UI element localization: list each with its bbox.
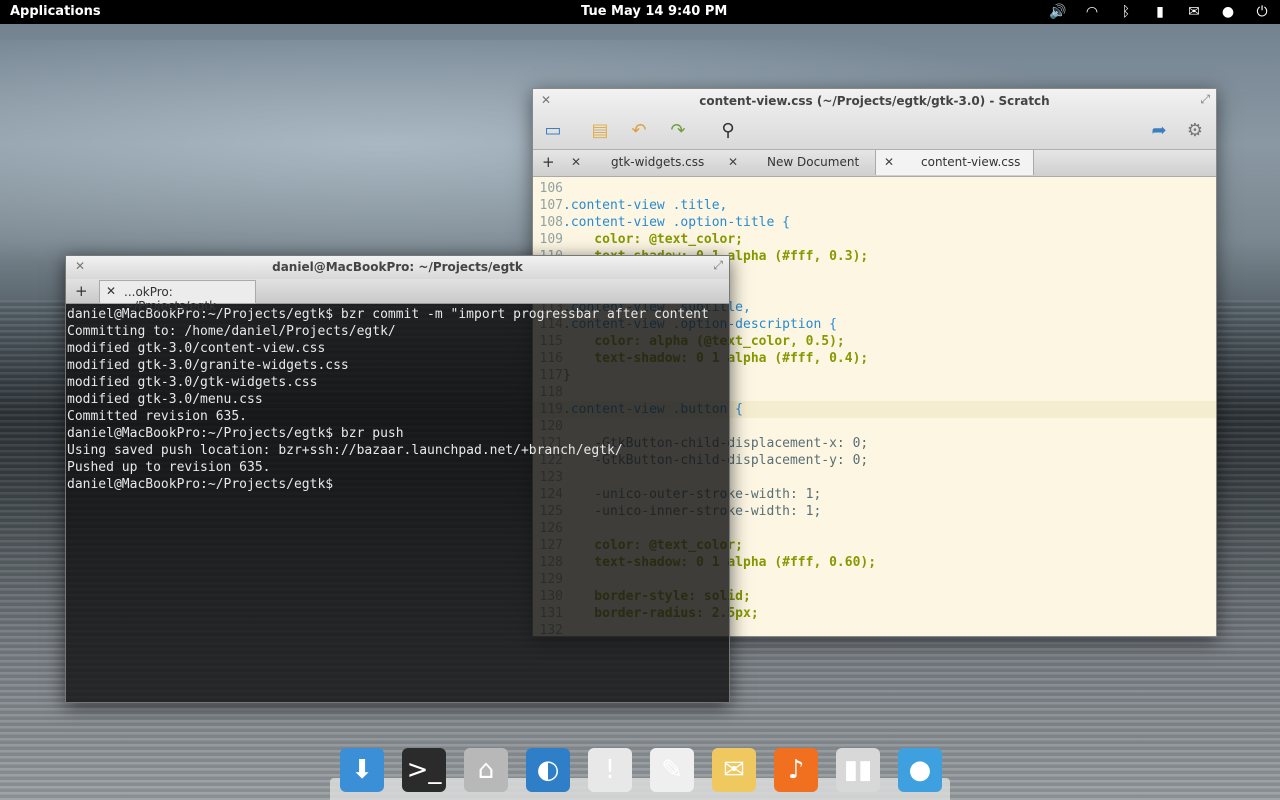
terminal-line: daniel@MacBookPro:~/Projects/egtk$ [67, 477, 334, 492]
search-icon[interactable]: ⚲ [716, 119, 740, 141]
code-line: 106 [533, 180, 1216, 197]
music-icon[interactable]: ♪ [774, 748, 818, 792]
redo-icon[interactable]: ↷ [666, 119, 690, 141]
settings-icon[interactable]: ▮▮ [836, 748, 880, 792]
editor-tabbar: + ✕ gtk-widgets.css ✕ New Document ✕ con… [533, 150, 1216, 177]
system-tray: 🔊 ◠ ᛒ ▮ ✉ ● ⏻ [1048, 3, 1272, 21]
downloads-icon[interactable]: ⬇ [340, 748, 384, 792]
tab-new-document[interactable]: ✕ New Document [720, 150, 870, 175]
terminal-tabbar: + ✕ ...okPro: ~/Projects/egtk [66, 279, 729, 313]
line-number: 109 [539, 232, 563, 247]
terminal-line: modified gtk-3.0/granite-widgets.css [67, 358, 349, 373]
line-number: 106 [539, 181, 563, 196]
share-icon[interactable]: ➦ [1147, 119, 1171, 141]
wifi-icon[interactable]: ◠ [1082, 3, 1102, 21]
terminal-line: Using saved push location: bzr+ssh://baz… [67, 443, 623, 458]
terminal-line: daniel@MacBookPro:~/Projects/egtk$ bzr p… [67, 426, 404, 441]
close-tab-icon[interactable]: ✕ [571, 155, 581, 169]
mail-icon[interactable]: ✉ [1184, 3, 1204, 21]
new-tab-button[interactable]: + [542, 153, 555, 171]
code-line: 109 color: @text_color; [533, 231, 1216, 248]
twitter-client-icon[interactable]: ● [898, 748, 942, 792]
terminal-line: Pushed up to revision 635. [67, 460, 271, 475]
maximize-icon[interactable]: ⤢ [713, 258, 723, 273]
terminal-tab[interactable]: ✕ ...okPro: ~/Projects/egtk [99, 280, 256, 313]
terminal-line: Committing to: /home/daniel/Projects/egt… [67, 324, 396, 339]
terminal-icon[interactable]: >_ [402, 748, 446, 792]
mail-icon[interactable]: ✉ [712, 748, 756, 792]
scratch-titlebar[interactable]: ✕ content-view.css (~/Projects/egtk/gtk-… [533, 89, 1216, 150]
terminal-output[interactable]: daniel@MacBookPro:~/Projects/egtk$ bzr c… [66, 304, 729, 495]
terminal-line: Committed revision 635. [67, 409, 248, 424]
close-tab-icon[interactable]: ✕ [884, 155, 894, 169]
volume-icon[interactable]: 🔊 [1048, 3, 1068, 21]
close-tab-icon[interactable]: ✕ [106, 284, 116, 298]
terminal-line: modified gtk-3.0/menu.css [67, 392, 263, 407]
terminal-window: ✕ daniel@MacBookPro: ~/Projects/egtk ⤢ +… [65, 255, 730, 703]
open-folder-icon[interactable]: ▭ [541, 119, 565, 141]
line-number: 108 [539, 215, 563, 230]
window-title: content-view.css (~/Projects/egtk/gtk-3.… [699, 94, 1050, 108]
text-editor-icon[interactable]: ✎ [650, 748, 694, 792]
user-icon[interactable]: ● [1218, 3, 1238, 21]
save-icon[interactable]: ▤ [588, 119, 612, 141]
files-icon[interactable]: ⌂ [464, 748, 508, 792]
battery-icon[interactable]: ▮ [1150, 3, 1170, 21]
line-text: color: @text_color; [563, 232, 744, 247]
chat-icon[interactable]: ! [588, 748, 632, 792]
tab-content-view[interactable]: ✕ content-view.css [875, 150, 1034, 175]
code-line: 107.content-view .title, [533, 197, 1216, 214]
terminal-titlebar[interactable]: ✕ daniel@MacBookPro: ~/Projects/egtk ⤢ [66, 256, 729, 279]
bluetooth-icon[interactable]: ᛒ [1116, 3, 1136, 21]
code-line: 108.content-view .option-title { [533, 214, 1216, 231]
maximize-icon[interactable]: ⤢ [1200, 92, 1210, 107]
gear-icon[interactable]: ⚙ [1183, 119, 1207, 141]
terminal-line: modified gtk-3.0/gtk-widgets.css [67, 375, 318, 390]
top-panel: Applications Tue May 14 9:40 PM 🔊 ◠ ᛒ ▮ … [0, 0, 1280, 24]
terminal-line: modified gtk-3.0/content-view.css [67, 341, 326, 356]
undo-icon[interactable]: ↶ [627, 119, 651, 141]
line-text: .content-view .title, [563, 198, 728, 213]
applications-menu[interactable]: Applications [10, 4, 101, 19]
clock[interactable]: Tue May 14 9:40 PM [581, 4, 727, 19]
window-title: daniel@MacBookPro: ~/Projects/egtk [272, 260, 523, 274]
power-icon[interactable]: ⏻ [1252, 3, 1272, 21]
line-number: 107 [539, 198, 563, 213]
browser-icon[interactable]: ◐ [526, 748, 570, 792]
tab-gtk-widgets[interactable]: ✕ gtk-widgets.css [563, 150, 713, 175]
close-tab-icon[interactable]: ✕ [728, 155, 738, 169]
line-text: .content-view .option-title { [563, 215, 790, 230]
new-tab-button[interactable]: + [75, 282, 88, 300]
